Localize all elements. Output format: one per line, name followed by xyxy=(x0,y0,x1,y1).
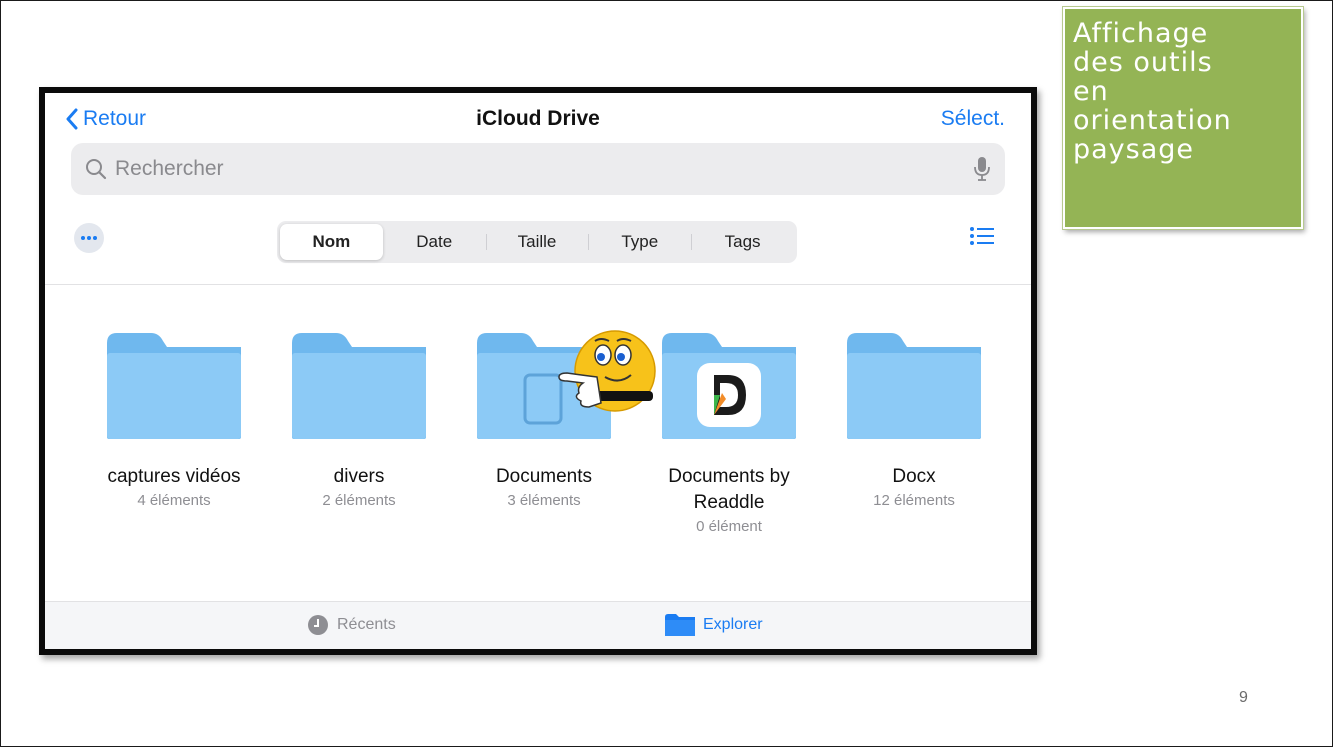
folder-item[interactable]: Docx 12 éléments xyxy=(829,333,999,509)
navigation-bar: Retour iCloud Drive Sélect. xyxy=(45,93,1031,147)
folder-item[interactable]: divers 2 éléments xyxy=(274,333,444,509)
slide: Affichage des outils en orientation pays… xyxy=(0,0,1333,747)
folder-count: 0 élément xyxy=(696,518,762,535)
sort-tab-type[interactable]: Type xyxy=(588,224,691,260)
page-number: 9 xyxy=(1239,689,1248,706)
tab-recents-label: Récents xyxy=(337,616,396,633)
callout-line: paysage xyxy=(1073,134,1195,165)
sort-segmented-control: Nom Date Taille Type Tags xyxy=(277,221,797,263)
sort-toolbar: Nom Date Taille Type Tags xyxy=(45,215,1031,271)
folder-name: divers xyxy=(333,466,385,487)
pointing-smiley-emoji xyxy=(558,330,656,412)
sort-tab-name[interactable]: Nom xyxy=(280,224,383,260)
tab-bar: Récents Explorer xyxy=(45,601,1031,649)
folder-item[interactable]: captures vidéos 4 éléments xyxy=(89,333,259,509)
callout-line: orientation xyxy=(1073,105,1232,136)
page-title: iCloud Drive xyxy=(476,107,600,130)
folder-item[interactable]: Documents by Readdle 0 élément xyxy=(644,333,814,535)
folder-icon xyxy=(107,333,241,439)
folder-count: 3 éléments xyxy=(507,492,581,509)
folder-icon xyxy=(847,333,981,439)
folder-count: 2 éléments xyxy=(322,492,396,509)
folder-name: Documents by Readdle xyxy=(668,466,790,513)
readdle-app-icon xyxy=(697,363,761,427)
callout-line: des outils xyxy=(1073,47,1213,78)
folder-count: 4 éléments xyxy=(137,492,211,509)
search-input[interactable] xyxy=(115,157,973,181)
search-icon xyxy=(86,159,107,180)
select-button[interactable]: Sélect. xyxy=(941,107,1005,131)
clock-icon xyxy=(308,615,328,635)
folder-count: 12 éléments xyxy=(873,492,955,509)
folder-icon xyxy=(292,333,426,439)
folder-name: Documents xyxy=(495,466,593,487)
folder-icon xyxy=(665,614,695,636)
folder-icon xyxy=(662,333,796,439)
tab-explorer[interactable]: Explorer xyxy=(665,614,763,636)
more-button[interactable] xyxy=(74,223,104,253)
sort-tab-date[interactable]: Date xyxy=(383,224,486,260)
search-bar[interactable] xyxy=(71,143,1005,195)
sort-tab-size[interactable]: Taille xyxy=(485,224,589,260)
more-icon xyxy=(81,236,97,240)
microphone-icon[interactable] xyxy=(973,156,991,182)
callout-box: Affichage des outils en orientation pays… xyxy=(1063,7,1303,229)
tab-recents[interactable]: Récents xyxy=(307,614,396,636)
list-view-button[interactable] xyxy=(969,225,995,252)
list-icon xyxy=(970,227,994,245)
folder-name: Docx xyxy=(892,466,936,487)
folder-name: captures vidéos xyxy=(107,466,241,487)
callout-line: Affichage xyxy=(1073,18,1209,49)
sort-tab-tags[interactable]: Tags xyxy=(691,224,794,260)
toolbar-divider xyxy=(45,284,1031,285)
callout-line: en xyxy=(1073,76,1109,107)
tab-explorer-label: Explorer xyxy=(703,616,763,633)
